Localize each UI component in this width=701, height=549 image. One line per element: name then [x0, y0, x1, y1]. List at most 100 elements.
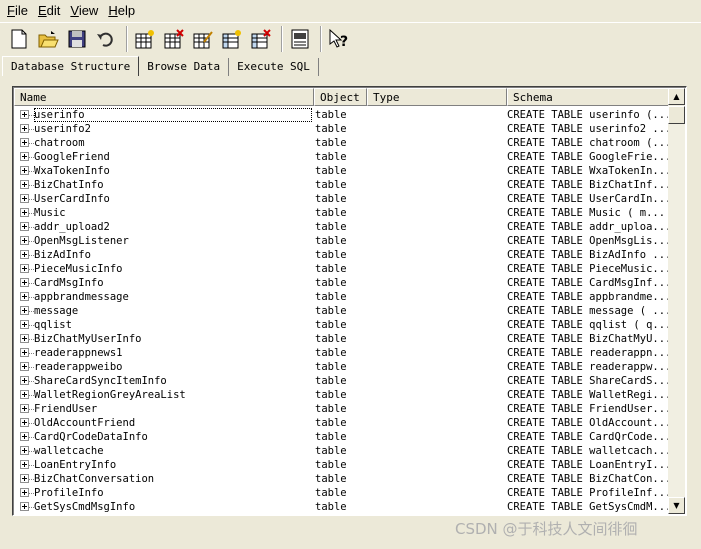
expand-plus-icon[interactable]: [20, 236, 29, 245]
tab-database-structure[interactable]: Database Structure: [2, 56, 140, 76]
table-row[interactable]: Music table CREATE TABLE Music ( m...: [14, 206, 669, 220]
structure-tree-list[interactable]: Name Object Type Schema userinfo table CRE…: [12, 86, 687, 516]
table-row[interactable]: WxaTokenInfo table CREATE TABLE WxaTokenIn…: [14, 164, 669, 178]
expand-plus-icon[interactable]: [20, 306, 29, 315]
expand-plus-icon[interactable]: [20, 194, 29, 203]
expand-plus-icon[interactable]: [20, 432, 29, 441]
row-name-cell[interactable]: BizChatMyUserInfo: [14, 332, 314, 346]
table-row[interactable]: GetSysCmdMsgInfo table CREATE TABLE GetSys…: [14, 500, 669, 514]
expand-plus-icon[interactable]: [20, 446, 29, 455]
row-name-cell[interactable]: BizChatInfo: [14, 178, 314, 192]
row-name-cell[interactable]: OldAccountFriend: [14, 416, 314, 430]
menu-edit[interactable]: Edit: [33, 0, 65, 22]
row-name-cell[interactable]: userinfo: [14, 108, 314, 122]
table-row[interactable]: userinfo2 table CREATE TABLE userinfo2 ...: [14, 122, 669, 136]
tab-browse-data[interactable]: Browse Data: [139, 58, 230, 76]
table-row[interactable]: qqlist table CREATE TABLE qqlist ( q...: [14, 318, 669, 332]
table-row[interactable]: ProfileInfo table CREATE TABLE ProfileInf.…: [14, 486, 669, 500]
expand-plus-icon[interactable]: [20, 292, 29, 301]
table-row[interactable]: addr_upload2 table CREATE TABLE addr_uploa…: [14, 220, 669, 234]
table-row[interactable]: BizChatMyUserInfo table CREATE TABLE BizCh…: [14, 332, 669, 346]
expand-plus-icon[interactable]: [20, 278, 29, 287]
expand-plus-icon[interactable]: [20, 348, 29, 357]
table-row[interactable]: readerappweibo table CREATE TABLE readerap…: [14, 360, 669, 374]
row-name-cell[interactable]: message: [14, 304, 314, 318]
expand-plus-icon[interactable]: [20, 362, 29, 371]
table-row[interactable]: BizAdInfo table CREATE TABLE BizAdInfo ...: [14, 248, 669, 262]
menu-view[interactable]: View: [65, 0, 103, 22]
expand-plus-icon[interactable]: [20, 320, 29, 329]
table-row[interactable]: CardQrCodeDataInfo table CREATE TABLE Card…: [14, 430, 669, 444]
row-name-cell[interactable]: addr_upload2: [14, 220, 314, 234]
row-name-cell[interactable]: qqlist: [14, 318, 314, 332]
table-row[interactable]: walletcache table CREATE TABLE walletcach.…: [14, 444, 669, 458]
row-name-cell[interactable]: WxaTokenInfo: [14, 164, 314, 178]
expand-plus-icon[interactable]: [20, 208, 29, 217]
expand-plus-icon[interactable]: [20, 166, 29, 175]
row-name-cell[interactable]: LoanEntryInfo: [14, 458, 314, 472]
row-name-cell[interactable]: ShareCardSyncItemInfo: [14, 374, 314, 388]
row-name-cell[interactable]: OpenMsgListener: [14, 234, 314, 248]
row-name-cell[interactable]: FriendUser: [14, 402, 314, 416]
scroll-thumb[interactable]: [668, 106, 685, 124]
row-name-cell[interactable]: BizAdInfo: [14, 248, 314, 262]
table-row[interactable]: CardMsgInfo table CREATE TABLE CardMsgInf.…: [14, 276, 669, 290]
expand-plus-icon[interactable]: [20, 110, 29, 119]
scroll-up-button[interactable]: ▲: [668, 88, 685, 105]
column-header-schema[interactable]: Schema: [507, 88, 669, 106]
column-header-name[interactable]: Name: [14, 88, 314, 106]
table-row[interactable]: BizChatConversation table CREATE TABLE Biz…: [14, 472, 669, 486]
column-header-object[interactable]: Object: [314, 88, 367, 106]
table-row[interactable]: BizChatInfo table CREATE TABLE BizChatInf.…: [14, 178, 669, 192]
menu-file[interactable]: File: [2, 0, 33, 22]
row-name-cell[interactable]: BizChatConversation: [14, 472, 314, 486]
expand-plus-icon[interactable]: [20, 488, 29, 497]
expand-plus-icon[interactable]: [20, 222, 29, 231]
expand-plus-icon[interactable]: [20, 418, 29, 427]
table-row[interactable]: appbrandmessage table CREATE TABLE appbran…: [14, 290, 669, 304]
expand-plus-icon[interactable]: [20, 250, 29, 259]
expand-plus-icon[interactable]: [20, 404, 29, 413]
table-row[interactable]: WalletRegionGreyAreaList table CREATE TABL…: [14, 388, 669, 402]
row-name-cell[interactable]: UserCardInfo: [14, 192, 314, 206]
expand-plus-icon[interactable]: [20, 152, 29, 161]
create-index-button[interactable]: [219, 26, 245, 52]
table-row[interactable]: readerappnews1 table CREATE TABLE readerap…: [14, 346, 669, 360]
expand-plus-icon[interactable]: [20, 474, 29, 483]
row-name-cell[interactable]: GoogleFriend: [14, 150, 314, 164]
table-row[interactable]: UserCardInfo table CREATE TABLE UserCardIn…: [14, 192, 669, 206]
table-row[interactable]: PieceMusicInfo table CREATE TABLE PieceMus…: [14, 262, 669, 276]
expand-plus-icon[interactable]: [20, 376, 29, 385]
expand-plus-icon[interactable]: [20, 390, 29, 399]
expand-plus-icon[interactable]: [20, 502, 29, 511]
expand-plus-icon[interactable]: [20, 124, 29, 133]
row-name-cell[interactable]: walletcache: [14, 444, 314, 458]
vertical-scrollbar[interactable]: ▲ ▼: [668, 88, 685, 514]
whats-this-button[interactable]: ?: [326, 26, 352, 52]
table-row[interactable]: OldAccountFriend table CREATE TABLE OldAcc…: [14, 416, 669, 430]
new-database-button[interactable]: [6, 26, 32, 52]
save-database-button[interactable]: [64, 26, 90, 52]
row-name-cell[interactable]: PieceMusicInfo: [14, 262, 314, 276]
delete-index-button[interactable]: [248, 26, 274, 52]
expand-plus-icon[interactable]: [20, 460, 29, 469]
table-row[interactable]: FriendUser table CREATE TABLE FriendUser..…: [14, 402, 669, 416]
open-database-button[interactable]: [35, 26, 61, 52]
table-row[interactable]: LoanEntryInfo table CREATE TABLE LoanEntry…: [14, 458, 669, 472]
column-header-type[interactable]: Type: [367, 88, 507, 106]
row-name-cell[interactable]: Music: [14, 206, 314, 220]
row-name-cell[interactable]: CardQrCodeDataInfo: [14, 430, 314, 444]
delete-table-button[interactable]: [161, 26, 187, 52]
table-row[interactable]: GoogleFriend table CREATE TABLE GoogleFrie…: [14, 150, 669, 164]
row-name-cell[interactable]: chatroom: [14, 136, 314, 150]
scroll-down-button[interactable]: ▼: [668, 497, 685, 514]
table-row[interactable]: OpenMsgListener table CREATE TABLE OpenMsg…: [14, 234, 669, 248]
row-name-cell[interactable]: readerappweibo: [14, 360, 314, 374]
expand-plus-icon[interactable]: [20, 180, 29, 189]
row-name-cell[interactable]: WalletRegionGreyAreaList: [14, 388, 314, 402]
menu-help[interactable]: Help: [103, 0, 140, 22]
sql-log-button[interactable]: [287, 26, 313, 52]
expand-plus-icon[interactable]: [20, 264, 29, 273]
expand-plus-icon[interactable]: [20, 138, 29, 147]
modify-table-button[interactable]: [190, 26, 216, 52]
